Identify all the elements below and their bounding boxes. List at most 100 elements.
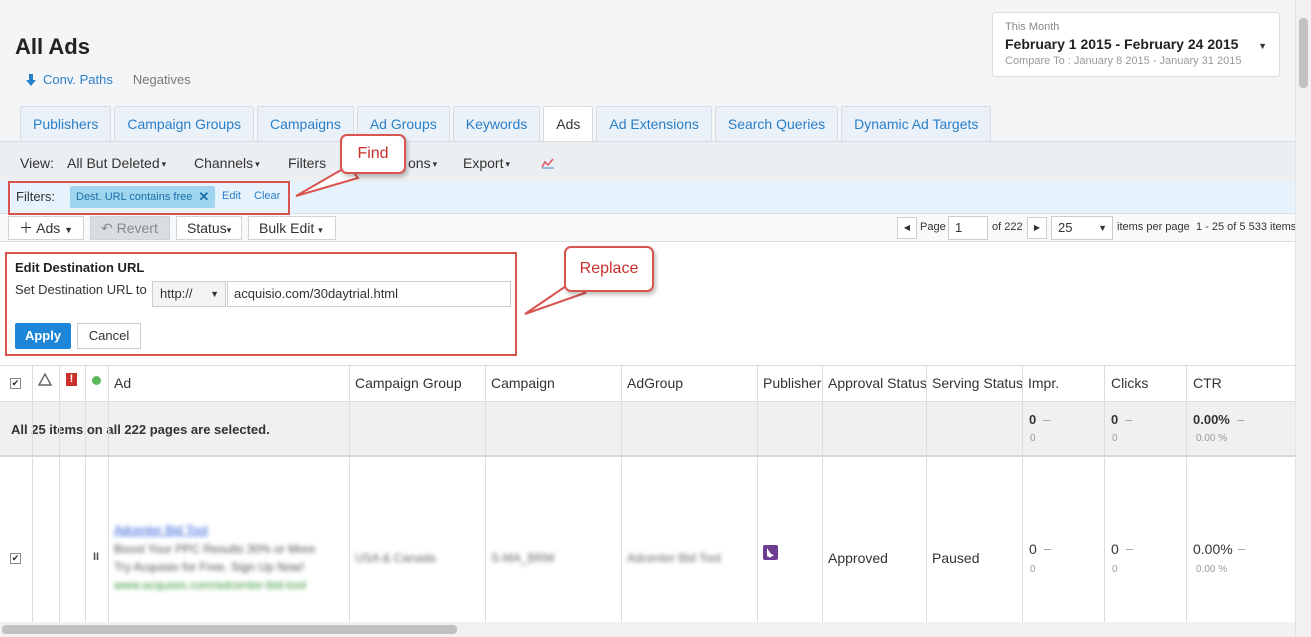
export-dropdown[interactable]: Export ▾ [463,155,510,171]
chart-icon[interactable] [541,156,555,172]
tab-ad-extensions[interactable]: Ad Extensions [596,106,712,142]
revert-label: Revert [116,220,158,236]
replace-highlight-box [5,252,517,356]
filters-button[interactable]: Filters [288,155,326,171]
export-label: Export [463,155,504,171]
caret-down-icon: ▾ [318,225,323,235]
row-ctr-delta: – [1238,541,1246,556]
scrollbar-thumb[interactable] [1299,18,1308,88]
columns-label: ons [408,155,431,171]
row-impr-compare: 0 [1030,564,1036,575]
column-divider [822,366,823,622]
caret-down-icon: ▾ [226,225,232,235]
undo-icon: ↶ [101,220,113,236]
pause-icon: II [93,551,100,563]
ad-title[interactable]: Adcenter Bid Tool [114,523,208,537]
row-clicks-delta: – [1126,541,1134,556]
col-ad[interactable]: Ad [114,375,131,391]
row-checkbox[interactable]: ✔ [10,553,21,564]
col-publisher[interactable]: Publisher [763,375,821,391]
column-divider [108,366,109,622]
column-divider [485,366,486,622]
columns-dropdown[interactable]: ons ▾ [408,155,437,171]
add-ads-label: Ads [36,220,61,236]
col-serving-status[interactable]: Serving Status [932,375,1023,391]
select-all-checkbox[interactable]: ✔ [10,378,21,389]
status-dot-icon [92,376,101,385]
total-ctr: 0.00% [1193,412,1230,427]
col-campaign-group[interactable]: Campaign Group [355,375,462,391]
page-label: Page [920,221,946,233]
caret-down-icon: ▼ [64,225,74,235]
column-divider [59,366,60,622]
tab-campaigns[interactable]: Campaigns [257,106,354,142]
caret-down-icon: ▾ [161,158,167,169]
view-label: View: [20,155,54,171]
tab-publishers[interactable]: Publishers [20,106,112,142]
column-divider [85,366,86,622]
total-impr: 0 [1029,412,1037,427]
channels-dropdown[interactable]: Channels ▾ [194,155,260,171]
bing-publisher-icon [763,545,778,563]
col-campaign[interactable]: Campaign [491,375,555,391]
next-page-button[interactable]: ▶ [1027,217,1047,239]
caret-down-icon: ▾ [505,158,510,169]
date-range-picker[interactable]: This Month February 1 2015 - February 24… [992,12,1280,77]
view-dropdown[interactable]: All But Deleted ▾ [67,155,166,171]
bulk-edit-dropdown[interactable]: Bulk Edit ▾ [248,216,336,240]
tab-dynamic-ad-targets[interactable]: Dynamic Ad Targets [841,106,992,142]
ad-line2: Try Acquisio for Free. Sign Up Now! [114,560,305,574]
arrow-down-icon [26,73,36,86]
row-clicks: 0 [1111,541,1119,557]
revert-button[interactable]: ↶ Revert [90,216,170,240]
find-callout: Find [340,134,406,174]
row-approval-status: Approved [828,550,888,566]
channels-label: Channels [194,155,254,171]
col-clicks[interactable]: Clicks [1111,375,1148,391]
total-clicks-compare: 0 [1112,433,1118,444]
tab-ads[interactable]: Ads [543,106,594,143]
compare-range: Compare To : January 8 2015 - January 31… [1005,55,1242,67]
selection-summary-text: All 25 items on all 222 pages are select… [11,422,270,437]
page-input[interactable]: 1 [948,216,988,240]
date-period-label: This Month [1005,21,1060,33]
col-approval-status[interactable]: Approval Status [828,375,927,391]
col-adgroup[interactable]: AdGroup [627,375,683,391]
col-impressions[interactable]: Impr. [1028,375,1059,391]
caret-down-icon: ▾ [255,158,260,169]
find-highlight-box [8,181,290,215]
caret-down-icon: ▼ [1258,41,1267,51]
tab-campaign-groups[interactable]: Campaign Groups [114,106,254,142]
negatives-link[interactable]: Negatives [133,72,191,87]
total-ctr-compare: 0.00 % [1196,433,1228,444]
row-ctr-compare: 0.00 % [1196,564,1228,575]
add-ads-button[interactable]: ＋ Ads ▼ [8,216,84,240]
page-count: of 222 [992,221,1023,233]
vertical-scrollbar[interactable] [1295,0,1311,637]
row-impr-delta: – [1044,541,1052,556]
row-campaign: S-MA_BRM [491,551,555,565]
error-icon: ! [66,373,77,386]
page-title: All Ads [15,34,90,59]
conv-paths-link[interactable]: Conv. Paths [25,72,113,87]
row-ctr: 0.00% [1193,541,1233,557]
sublinks: Conv. Paths Negatives [25,72,191,87]
warning-icon [37,372,53,389]
status-dropdown[interactable]: Status▾ [176,216,242,240]
prev-page-button[interactable]: ◀ [897,217,917,239]
col-ctr[interactable]: CTR [1193,375,1222,391]
row-serving-status: Paused [932,550,980,566]
horizontal-scrollbar[interactable] [0,622,1295,637]
status-label: Status [187,220,227,236]
entity-tabs: Publishers Campaign Groups Campaigns Ad … [20,106,992,143]
scrollbar-thumb[interactable] [2,625,457,634]
tab-keywords[interactable]: Keywords [452,106,541,142]
per-page-select[interactable]: 25 ▼ [1051,216,1113,240]
tab-search-queries[interactable]: Search Queries [714,106,839,142]
column-divider [621,366,622,622]
per-page-label: items per page [1117,221,1190,233]
column-divider [1186,366,1187,622]
column-divider [349,366,350,622]
row-impr: 0 [1029,541,1037,557]
column-divider [1022,366,1023,622]
